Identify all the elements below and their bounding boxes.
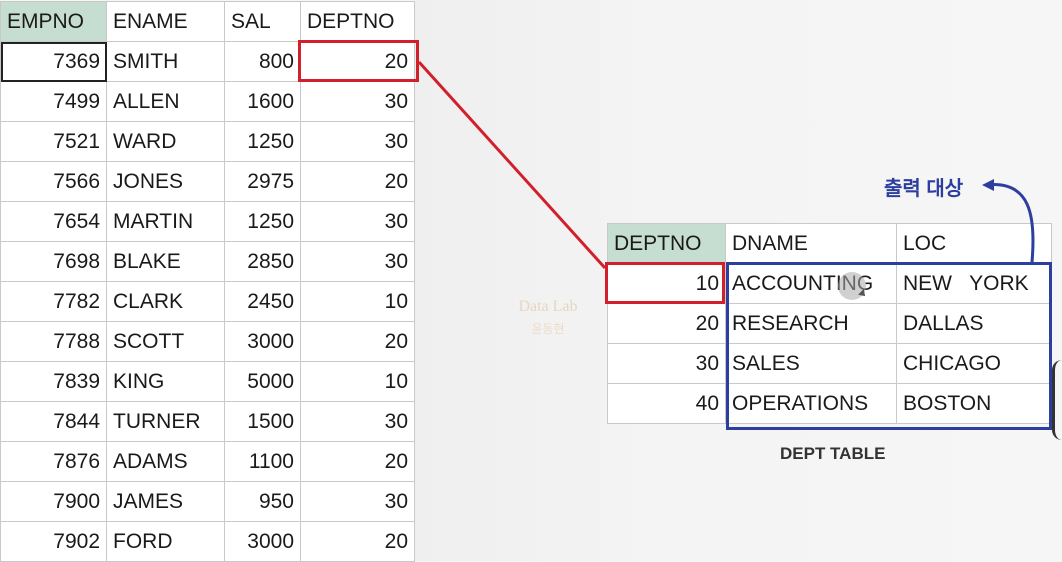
emp-deptno-cell[interactable]: 30 xyxy=(300,241,415,282)
dept-col-dname[interactable]: DNAME xyxy=(725,223,897,264)
emp-table-row[interactable]: 7369 SMITH 800 20 xyxy=(0,41,415,82)
emp-ename-cell[interactable]: TURNER xyxy=(106,401,225,442)
emp-table-row[interactable]: 7876 ADAMS 1100 20 xyxy=(0,441,415,482)
emp-ename-cell[interactable]: MARTIN xyxy=(106,201,225,242)
emp-ename-cell[interactable]: KING xyxy=(106,361,225,402)
emp-empno-cell[interactable]: 7654 xyxy=(0,201,107,242)
emp-sal-cell[interactable]: 1500 xyxy=(224,401,301,442)
emp-deptno-cell[interactable]: 30 xyxy=(300,121,415,162)
dept-loc-cell[interactable]: CHICAGO xyxy=(896,343,1052,384)
emp-deptno-cell[interactable]: 20 xyxy=(300,41,415,82)
emp-col-ename[interactable]: ENAME xyxy=(106,1,225,42)
emp-ename-cell[interactable]: SCOTT xyxy=(106,321,225,362)
dept-dname-cell[interactable]: ACCOUNTING xyxy=(725,263,897,304)
emp-ename-cell[interactable]: BLAKE xyxy=(106,241,225,282)
emp-table-row[interactable]: 7521 WARD 1250 30 xyxy=(0,121,415,162)
emp-ename-cell[interactable]: ADAMS xyxy=(106,441,225,482)
watermark-line1: Data Lab xyxy=(518,298,578,315)
dept-col-loc[interactable]: LOC xyxy=(896,223,1052,264)
dept-deptno-cell[interactable]: 40 xyxy=(607,383,726,424)
dept-dname-cell[interactable]: RESEARCH xyxy=(725,303,897,344)
emp-table-row[interactable]: 7839 KING 5000 10 xyxy=(0,361,415,402)
emp-sal-cell[interactable]: 2850 xyxy=(224,241,301,282)
emp-deptno-cell[interactable]: 30 xyxy=(300,481,415,522)
output-target-label: 출력 대상 xyxy=(884,178,964,200)
emp-deptno-cell[interactable]: 20 xyxy=(300,321,415,362)
emp-empno-cell[interactable]: 7698 xyxy=(0,241,107,282)
emp-ename-cell[interactable]: CLARK xyxy=(106,281,225,322)
emp-table: EMPNO ENAME SAL DEPTNO 7369 SMITH 800 20 749… xyxy=(0,1,415,562)
dept-loc-cell[interactable]: BOSTON xyxy=(896,383,1052,424)
emp-table-row[interactable]: 7900 JAMES 950 30 xyxy=(0,481,415,522)
emp-header-row: EMPNO ENAME SAL DEPTNO xyxy=(0,1,415,42)
emp-deptno-cell[interactable]: 20 xyxy=(300,441,415,482)
dept-deptno-cell[interactable]: 10 xyxy=(607,263,726,304)
dept-table-row[interactable]: 30 SALES CHICAGO xyxy=(607,343,1052,384)
emp-sal-cell[interactable]: 2450 xyxy=(224,281,301,322)
emp-sal-cell[interactable]: 800 xyxy=(224,41,301,82)
emp-sal-cell[interactable]: 950 xyxy=(224,481,301,522)
emp-table-row[interactable]: 7782 CLARK 2450 10 xyxy=(0,281,415,322)
emp-deptno-cell[interactable]: 30 xyxy=(300,81,415,122)
emp-table-row[interactable]: 7902 FORD 3000 20 xyxy=(0,521,415,562)
dept-dname-cell[interactable]: OPERATIONS xyxy=(725,383,897,424)
dept-header-row: DEPTNO DNAME LOC xyxy=(607,223,1052,264)
emp-ename-cell[interactable]: SMITH xyxy=(106,41,225,82)
dept-table-row[interactable]: 20 RESEARCH DALLAS xyxy=(607,303,1052,344)
emp-empno-cell[interactable]: 7788 xyxy=(0,321,107,362)
emp-deptno-cell[interactable]: 20 xyxy=(300,161,415,202)
dept-table-row[interactable]: 40 OPERATIONS BOSTON xyxy=(607,383,1052,424)
emp-sal-cell[interactable]: 1600 xyxy=(224,81,301,122)
emp-sal-cell[interactable]: 1250 xyxy=(224,201,301,242)
emp-ename-cell[interactable]: WARD xyxy=(106,121,225,162)
emp-empno-cell[interactable]: 7844 xyxy=(0,401,107,442)
emp-empno-cell[interactable]: 7369 xyxy=(0,41,107,82)
emp-table-row[interactable]: 7788 SCOTT 3000 20 xyxy=(0,321,415,362)
emp-sal-cell[interactable]: 3000 xyxy=(224,321,301,362)
emp-sal-cell[interactable]: 5000 xyxy=(224,361,301,402)
emp-empno-cell[interactable]: 7839 xyxy=(0,361,107,402)
dept-table: DEPTNO DNAME LOC 10 ACCOUNTING NEW YORK 20 R… xyxy=(607,223,1052,424)
emp-ename-cell[interactable]: ALLEN xyxy=(106,81,225,122)
emp-sal-cell[interactable]: 1100 xyxy=(224,441,301,482)
emp-ename-cell[interactable]: FORD xyxy=(106,521,225,562)
emp-empno-cell[interactable]: 7499 xyxy=(0,81,107,122)
dept-table-row[interactable]: 10 ACCOUNTING NEW YORK xyxy=(607,263,1052,304)
emp-empno-cell[interactable]: 7900 xyxy=(0,481,107,522)
emp-deptno-cell[interactable]: 10 xyxy=(300,281,415,322)
dept-loc-cell[interactable]: DALLAS xyxy=(896,303,1052,344)
emp-ename-cell[interactable]: JAMES xyxy=(106,481,225,522)
dept-col-deptno[interactable]: DEPTNO xyxy=(607,223,726,264)
dept-dname-cell[interactable]: SALES xyxy=(725,343,897,384)
emp-sal-cell[interactable]: 2975 xyxy=(224,161,301,202)
emp-table-row[interactable]: 7566 JONES 2975 20 xyxy=(0,161,415,202)
emp-col-empno[interactable]: EMPNO xyxy=(0,1,107,42)
dept-loc-cell[interactable]: NEW YORK xyxy=(896,263,1052,304)
watermark: Data Lab 윤동현 xyxy=(505,296,591,340)
emp-empno-cell[interactable]: 7876 xyxy=(0,441,107,482)
emp-table-row[interactable]: 7844 TURNER 1500 30 xyxy=(0,401,415,442)
watermark-line2: 윤동현 xyxy=(531,322,565,336)
emp-table-row[interactable]: 7499 ALLEN 1600 30 xyxy=(0,81,415,122)
emp-empno-cell[interactable]: 7566 xyxy=(0,161,107,202)
mouse-cursor-icon xyxy=(838,272,868,300)
emp-deptno-cell[interactable]: 20 xyxy=(300,521,415,562)
emp-sal-cell[interactable]: 3000 xyxy=(224,521,301,562)
emp-deptno-cell[interactable]: 30 xyxy=(300,401,415,442)
emp-table-row[interactable]: 7698 BLAKE 2850 30 xyxy=(0,241,415,282)
emp-deptno-cell[interactable]: 30 xyxy=(300,201,415,242)
emp-empno-cell[interactable]: 7902 xyxy=(0,521,107,562)
dept-deptno-cell[interactable]: 20 xyxy=(607,303,726,344)
emp-deptno-cell[interactable]: 10 xyxy=(300,361,415,402)
dept-deptno-cell[interactable]: 30 xyxy=(607,343,726,384)
emp-sal-cell[interactable]: 1250 xyxy=(224,121,301,162)
emp-table-row[interactable]: 7654 MARTIN 1250 30 xyxy=(0,201,415,242)
dept-table-caption: DEPT TABLE xyxy=(780,444,886,463)
emp-ename-cell[interactable]: JONES xyxy=(106,161,225,202)
emp-col-sal[interactable]: SAL xyxy=(224,1,301,42)
emp-empno-cell[interactable]: 7521 xyxy=(0,121,107,162)
emp-col-deptno[interactable]: DEPTNO xyxy=(300,1,415,42)
emp-empno-cell[interactable]: 7782 xyxy=(0,281,107,322)
edge-handle xyxy=(1052,360,1062,440)
